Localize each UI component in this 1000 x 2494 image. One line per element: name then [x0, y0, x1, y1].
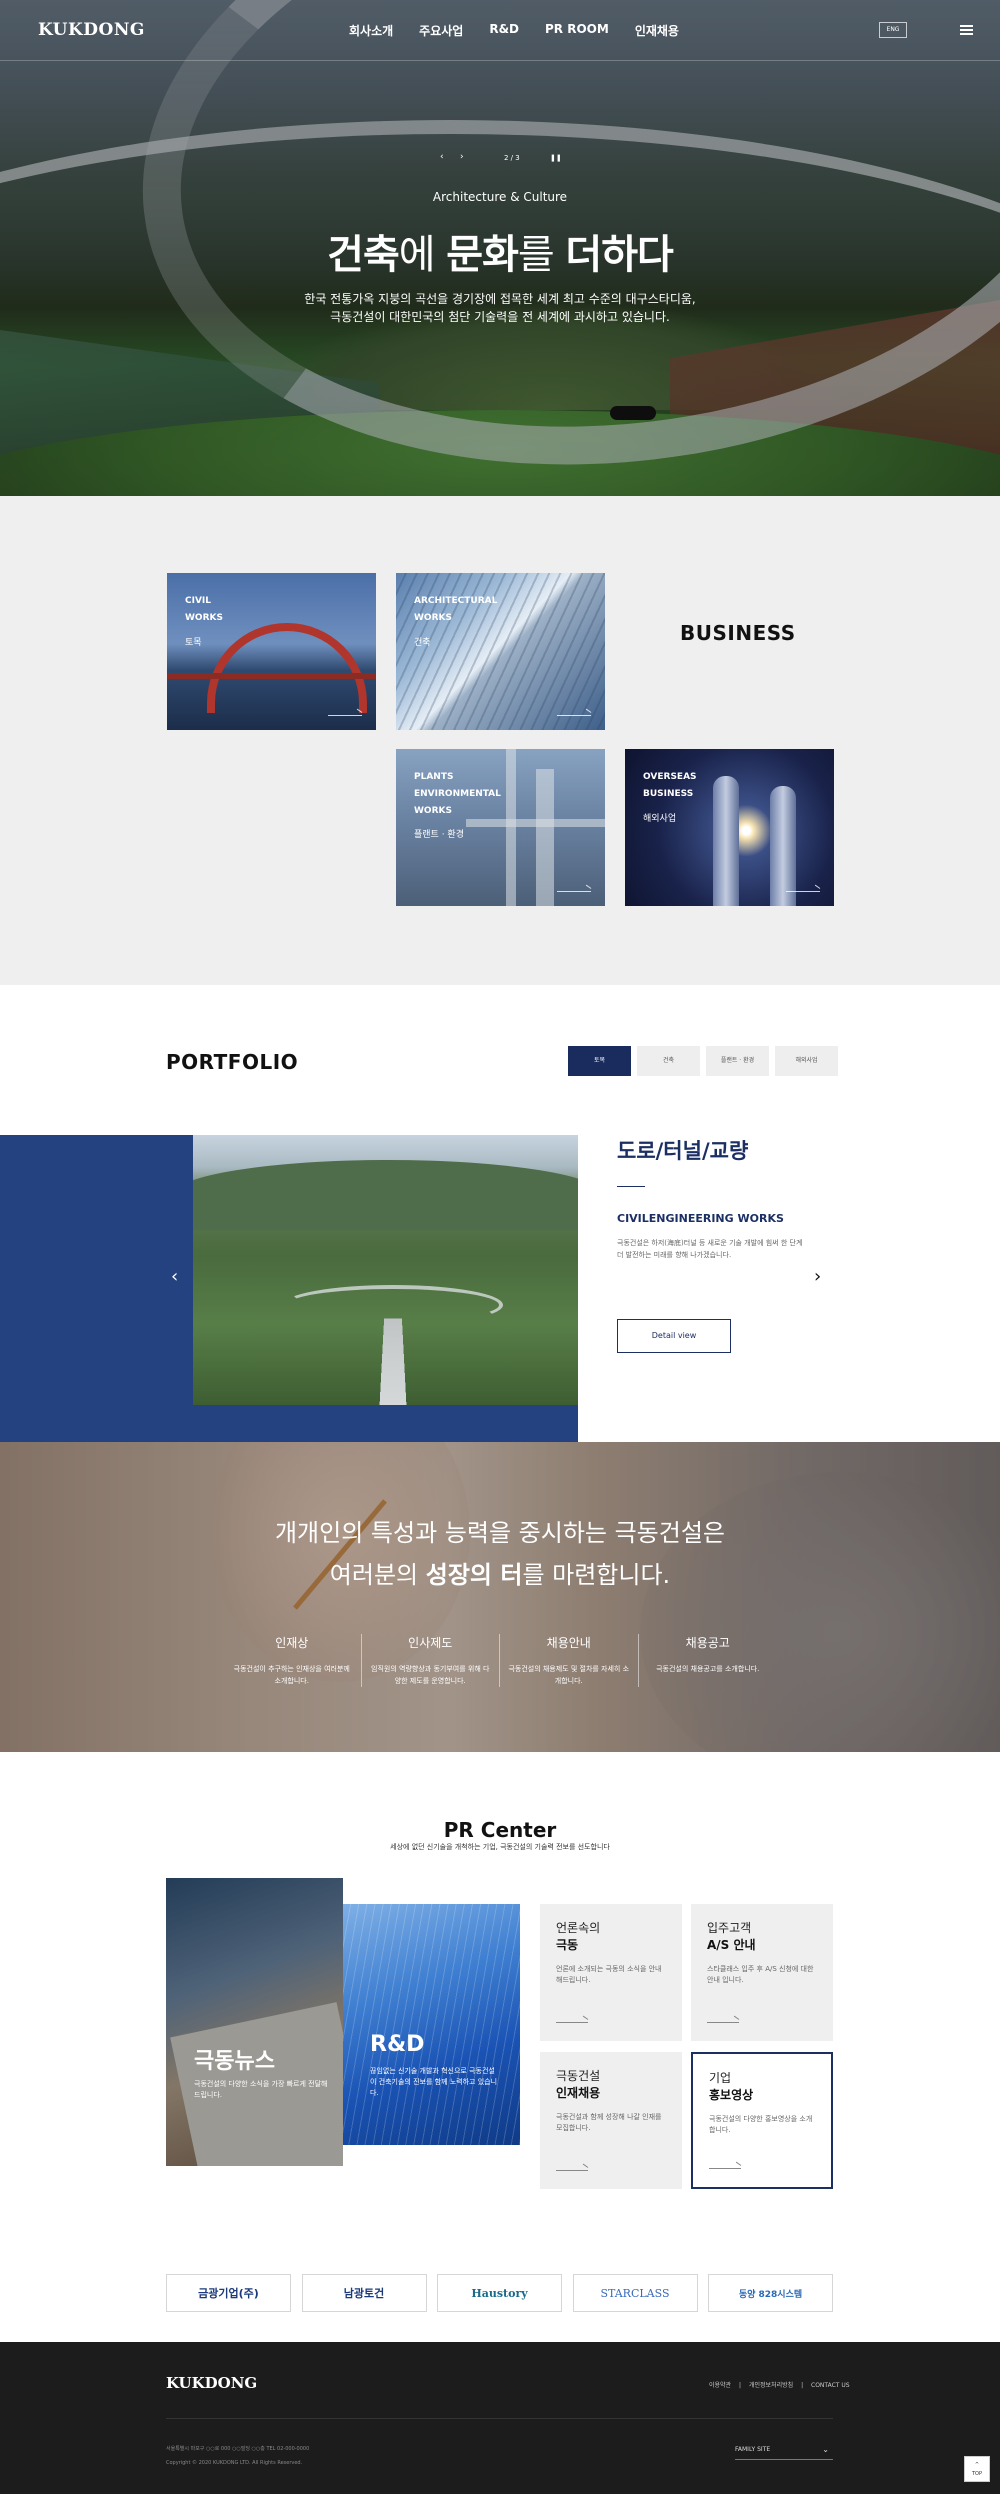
pr-card-as[interactable]: 입주고객 A/S 안내 스타클래스 입주 후 A/S 신청에 대한 안내 입니다. [691, 1904, 833, 2041]
nav-item-pr-room[interactable]: PR ROOM [545, 22, 609, 39]
footer: KUKDONG 이용약관 | 개인정보처리방침 | CONTACT US 서울특… [0, 2342, 1000, 2494]
nav-item-rnd[interactable]: R&D [489, 22, 519, 39]
portfolio-item-name: 도로/터널/교량 [617, 1139, 749, 1163]
arrow-right-icon [707, 2022, 739, 2023]
prev-slide-icon[interactable]: ‹ [440, 152, 444, 162]
portfolio-title: PORTFOLIO [166, 1050, 299, 1074]
footer-link-privacy[interactable]: 개인정보처리방침 [749, 2382, 793, 2389]
scroll-top-button[interactable]: ^ TOP [964, 2456, 990, 2482]
recruit-menu: 인재상 극동건설이 추구하는 인재상을 여러분께 소개합니다. 인사제도 임직원의 … [223, 1634, 777, 1687]
hero-subtitle: Architecture & Culture [432, 190, 568, 204]
divider [166, 2418, 833, 2419]
next-slide-icon[interactable]: › [460, 152, 464, 162]
recruit-item-guide[interactable]: 채용안내 극동건설의 채용제도 및 절차를 자세히 소개합니다. [500, 1634, 639, 1687]
slide-counter: 2 / 3 [504, 154, 520, 162]
recruit-item-notice[interactable]: 채용공고 극동건설의 채용공고를 소개합니다. [639, 1634, 778, 1687]
tab-plants[interactable]: 플랜트 · 환경 [706, 1046, 769, 1076]
arrow-right-icon [709, 2168, 741, 2169]
arrow-right-icon [786, 891, 820, 892]
tab-architecture[interactable]: 건축 [637, 1046, 700, 1076]
footer-address: 서울특별시 마포구 ○○로 000 ○○빌딩 ○○층 TEL 02-000-00… [166, 2446, 310, 2466]
top-navigation-bar: KUKDONG 회사소개 주요사업 R&D PR ROOM 인재채용 ENG [0, 0, 1000, 61]
pause-icon[interactable]: ❚❚ [550, 154, 562, 162]
portfolio-tabs: 토목 건축 플랜트 · 환경 해외사업 [568, 1046, 838, 1076]
pr-card-video[interactable]: 기업 홍보영상 극동건설의 다양한 홍보영상을 소개합니다. [691, 2052, 833, 2189]
footer-link-terms[interactable]: 이용약관 [709, 2382, 731, 2389]
business-card-civil[interactable]: CIVIL WORKS 토목 [167, 573, 376, 730]
hero-slider-controls: ‹ › 2 / 3 ❚❚ [440, 152, 570, 168]
business-card-plants[interactable]: PLANTS ENVIRONMENTAL WORKS 플랜트 · 환경 [396, 749, 605, 906]
logo-text: KUKDONG [38, 20, 145, 40]
tab-overseas[interactable]: 해외사업 [775, 1046, 838, 1076]
business-section: CIVIL WORKS 토목 ARCHITECTURAL WORKS 건축 BUSI… [0, 496, 1000, 985]
partner-haustory[interactable]: Haustory [437, 2274, 562, 2312]
arrow-right-icon [328, 715, 362, 716]
footer-link-contact[interactable]: CONTACT US [811, 2382, 850, 2389]
portfolio-prev-icon[interactable]: ‹ [171, 1268, 183, 1286]
partner-logos: 금광기업(주) 남광토건 Haustory STARCLASS 동양 828시스… [166, 2274, 833, 2312]
arrow-right-icon [557, 891, 591, 892]
pr-card-recruit[interactable]: 극동건설 인재채용 극동건설과 함께 성장해 나갈 인재를 모집합니다. [540, 2052, 682, 2189]
partner-dongyang[interactable]: 동양 828시스템 [708, 2274, 833, 2312]
portfolio-item-desc: 극동건설은 하저(海底)터널 등 새로운 기술 개발에 힘써 한 단계 더 발전… [617, 1239, 803, 1259]
pr-title: PR Center [443, 1818, 557, 1842]
footer-links: 이용약관 | 개인정보처리방침 | CONTACT US [709, 2382, 850, 2389]
portfolio-section: PORTFOLIO 토목 건축 플랜트 · 환경 해외사업 ‹ 도로/터널/교량… [0, 985, 1000, 1442]
nav-item-business[interactable]: 주요사업 [419, 22, 463, 39]
arrow-right-icon [557, 715, 591, 716]
family-site-select[interactable]: FAMILY SITE ⌄ [735, 2442, 833, 2460]
partner-starclass[interactable]: STARCLASS [572, 2274, 698, 2312]
pr-card-press[interactable]: 언론속의 극동 언론에 소개되는 극동의 소식을 안내해드립니다. [540, 1904, 682, 2041]
main-nav: 회사소개 주요사업 R&D PR ROOM 인재채용 [349, 22, 705, 39]
arrow-right-icon [556, 2022, 588, 2023]
recruit-headline: 개개인의 특성과 능력을 중시하는 극동건설은 여러분의 성장의 터를 마련합니… [274, 1519, 726, 1589]
nav-item-recruit[interactable]: 인재채용 [635, 22, 679, 39]
portfolio-item-en: CIVILENGINEERING WORKS [617, 1212, 784, 1225]
portfolio-next-icon[interactable]: › [814, 1268, 826, 1286]
footer-logo[interactable]: KUKDONG [166, 2374, 257, 2392]
partner-namkwang[interactable]: 남광토건 [301, 2274, 427, 2312]
business-title: BUSINESS [680, 621, 796, 645]
recruit-section: 개개인의 특성과 능력을 중시하는 극동건설은 여러분의 성장의 터를 마련합니… [0, 1442, 1000, 1752]
kukdong-logo[interactable]: KUKDONG [38, 20, 145, 40]
chevron-up-icon: ^ [974, 2462, 980, 2468]
pr-center-section: PR Center 세상에 없던 신기술을 개척하는 기업, 극동건설의 기술력… [0, 1752, 1000, 2342]
portfolio-photo [193, 1135, 578, 1405]
pr-news-card[interactable]: 극동뉴스 극동건설의 다양한 소식을 가장 빠르게 전달해 드립니다. [166, 1878, 343, 2166]
nav-item-company[interactable]: 회사소개 [349, 22, 393, 39]
language-button[interactable]: ENG [879, 22, 907, 38]
tab-civil[interactable]: 토목 [568, 1046, 631, 1076]
business-card-architectural[interactable]: ARCHITECTURAL WORKS 건축 [396, 573, 605, 730]
partner-geumkwang[interactable]: 금광기업(주) [166, 2274, 291, 2312]
recruit-item-ideal[interactable]: 인재상 극동건설이 추구하는 인재상을 여러분께 소개합니다. [223, 1634, 362, 1687]
hero-title: 건축에 문화를 더하다 [327, 232, 674, 278]
recruit-item-hr-system[interactable]: 인사제도 임직원의 역량향상과 동기부여를 위해 다양한 제도를 운영합니다. [362, 1634, 500, 1687]
divider [617, 1186, 645, 1187]
business-card-overseas[interactable]: OVERSEAS BUSINESS 해외사업 [625, 749, 834, 906]
hero-section: KUKDONG 회사소개 주요사업 R&D PR ROOM 인재채용 ENG ‹… [0, 0, 1000, 496]
arrow-right-icon [556, 2170, 588, 2171]
hero-description: 한국 전통가옥 지붕의 곡선을 경기장에 접목한 세계 최고 수준의 대구스타디… [304, 292, 696, 324]
detail-view-button[interactable]: Detail view [617, 1319, 731, 1353]
pr-rnd-card[interactable]: R&D 끊임없는 신기술 개발과 혁신으로 극동건설이 건축기술의 진보를 함께… [343, 1904, 520, 2145]
pr-subtitle: 세상에 없던 신기술을 개척하는 기업, 극동건설의 기술력 전보를 선도합니다 [390, 1843, 610, 1851]
chevron-down-icon: ⌄ [822, 2445, 829, 2454]
hamburger-menu-icon[interactable] [960, 25, 973, 35]
